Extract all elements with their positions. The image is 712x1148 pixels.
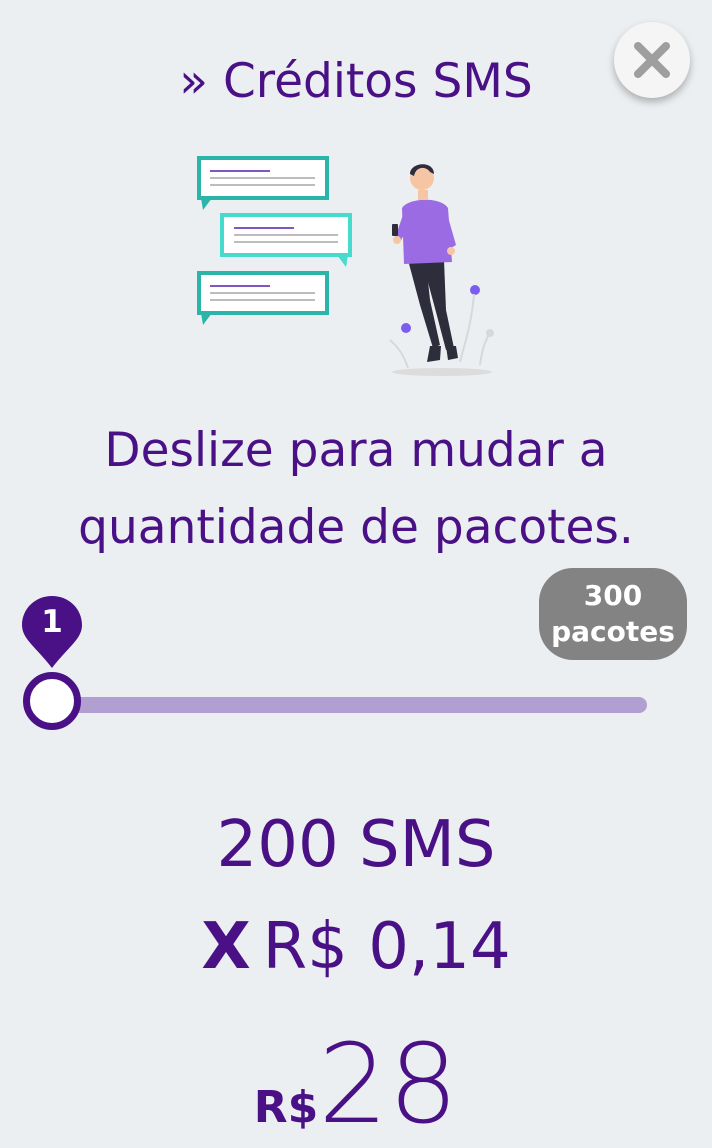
message-bubble-icon — [197, 271, 329, 325]
max-badge-number: 300 — [583, 579, 643, 612]
total-amount: 28 — [318, 1020, 459, 1148]
modal-title: » Créditos SMS — [179, 54, 533, 109]
sms-illustration — [197, 156, 494, 376]
multiply-sign: X — [201, 910, 251, 984]
unit-price-line: X R$ 0,14 — [0, 910, 712, 984]
total-price: R$28 — [0, 1020, 712, 1148]
message-bubble-icon — [197, 156, 329, 210]
slider-handle[interactable] — [23, 672, 81, 730]
slider-current-value: 1 — [41, 604, 63, 640]
slider-instruction: Deslize para mudar a quantidade de pacot… — [0, 412, 712, 566]
sms-count: 200 SMS — [216, 808, 496, 882]
total-currency: R$ — [253, 1082, 319, 1133]
slider-max-badge: 300 pacotes — [539, 568, 687, 660]
instruction-line-1: Deslize para mudar a — [104, 423, 608, 478]
unit-price: R$ 0,14 — [262, 910, 511, 984]
slider-track[interactable] — [52, 697, 647, 713]
message-bubble-icon — [220, 213, 352, 267]
max-badge-unit: pacotes — [551, 615, 675, 648]
instruction-line-2: quantidade de pacotes. — [78, 500, 634, 555]
